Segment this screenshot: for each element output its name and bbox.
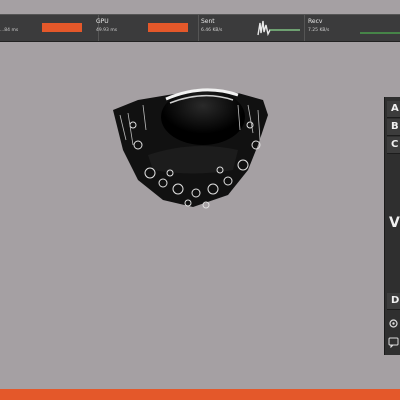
chat-icon[interactable] bbox=[388, 333, 399, 349]
panel-row-a[interactable]: A bbox=[387, 101, 400, 118]
settings-icon[interactable] bbox=[388, 314, 399, 328]
performance-stats-bar: ...84 ms GPU 49.93 ms Sent 6.46 KB/s Rec… bbox=[0, 14, 400, 42]
sent-stat-label: Sent bbox=[201, 18, 215, 25]
recv-stat: Recv 7.25 KB/s bbox=[304, 15, 400, 41]
recv-stat-value: 7.25 KB/s bbox=[308, 28, 330, 33]
panel-vertical-label: V bbox=[389, 215, 400, 231]
sent-stat-value: 6.46 KB/s bbox=[201, 28, 223, 33]
recv-graph bbox=[360, 32, 400, 34]
recv-stat-label: Recv bbox=[308, 18, 323, 25]
sent-graph bbox=[257, 20, 300, 37]
gpu-stat: GPU 49.93 ms bbox=[96, 15, 199, 41]
panel-row-c-label: C bbox=[391, 139, 399, 150]
cpu-stat: ...84 ms bbox=[0, 15, 99, 41]
panel-row-d[interactable]: D bbox=[387, 293, 400, 310]
gpu-stat-value: 49.93 ms bbox=[96, 28, 118, 33]
sent-stat: Sent 6.46 KB/s bbox=[198, 15, 305, 41]
gpu-load-bar bbox=[148, 23, 188, 32]
particle-sculpture[interactable] bbox=[108, 85, 278, 215]
panel-row-c[interactable]: C bbox=[387, 137, 400, 154]
bottom-accent-strip bbox=[0, 389, 400, 400]
gpu-stat-label: GPU bbox=[96, 18, 109, 25]
side-panel: A B C V D bbox=[384, 97, 400, 355]
cpu-load-bar bbox=[42, 23, 82, 32]
panel-row-b[interactable]: B bbox=[387, 119, 400, 136]
cpu-stat-value: ...84 ms bbox=[0, 28, 19, 33]
panel-row-d-label: D bbox=[391, 295, 400, 306]
panel-row-a-label: A bbox=[391, 103, 399, 114]
panel-row-b-label: B bbox=[391, 121, 399, 132]
